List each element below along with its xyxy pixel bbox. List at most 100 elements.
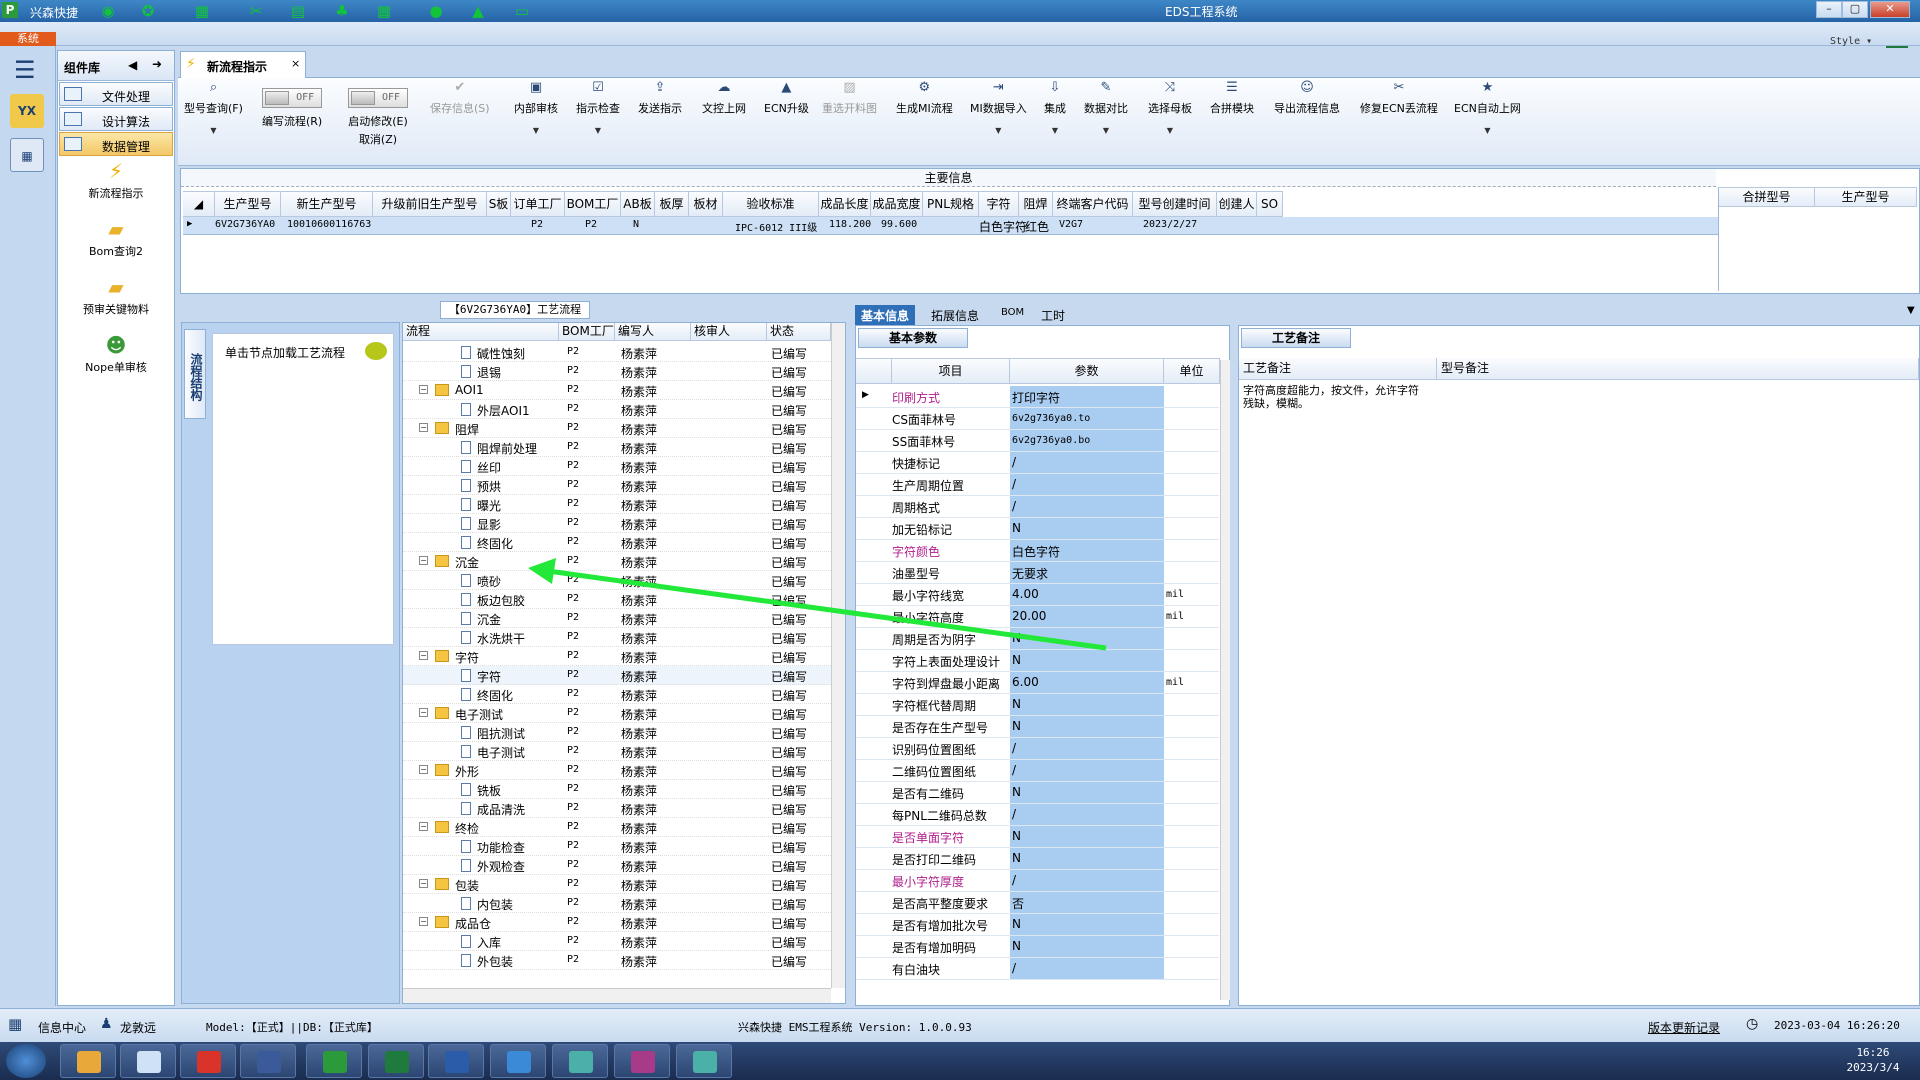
scissors-icon[interactable]: ✂ [244,2,268,20]
list-item[interactable]: 内包装 P2 杨素萍 已编写 [403,894,831,913]
column-header[interactable]: 创建人 [1217,191,1257,217]
list-item[interactable]: 阻焊前处理 P2 杨素萍 已编写 [403,438,831,457]
list-item[interactable]: 沉金 P2 杨素萍 已编写 [403,609,831,628]
tab-basic-info[interactable]: 基本信息 [855,305,916,325]
table-row[interactable]: 二维码位置图纸 / [856,760,1219,782]
column-header[interactable]: 状态 [767,323,831,341]
sidebar-item-file[interactable]: 文件处理 [59,82,173,106]
table-icon[interactable]: ▦ [372,2,396,20]
list-item[interactable]: − 包装 P2 杨素萍 已编写 [403,875,831,894]
close-button[interactable]: ✕ [1870,1,1910,18]
table-row[interactable]: 生产周期位置 / [856,474,1219,496]
param-value[interactable]: 白色字符 [1010,540,1164,561]
column-header[interactable]: BOM工厂 [559,323,615,341]
param-value[interactable]: N [1010,628,1164,649]
column-header[interactable]: 参数 [1010,358,1164,384]
list-item[interactable]: 水洗烘干 P2 杨素萍 已编写 [403,628,831,647]
dropdown-arrow-icon[interactable]: ▼ [576,126,620,135]
param-value[interactable]: / [1010,804,1164,825]
collapse-toggle-icon[interactable]: − [419,651,428,660]
table-row[interactable]: 字符上表面处理设计 N [856,650,1219,672]
dropdown-arrow-icon[interactable]: ▼ [1148,126,1192,135]
start-button[interactable] [6,1044,46,1078]
column-header[interactable]: 生产型号 [1815,187,1917,207]
pin-icon[interactable]: ➜ [152,57,162,71]
taskbar-app-foxit[interactable] [180,1044,236,1078]
table-row[interactable]: 是否高平整度要求 否 [856,892,1219,914]
grid-icon[interactable]: ▦ [190,2,214,20]
list-item[interactable]: − 外形 P2 杨素萍 已编写 [403,761,831,780]
column-header[interactable]: 成品长度 [819,191,871,217]
table-row[interactable]: 是否打印二维码 N [856,848,1219,870]
sub-tab-basic-params[interactable]: 基本参数 [858,328,968,348]
collapse-toggle-icon[interactable]: − [419,879,428,888]
table-row[interactable]: 字符框代替周期 N [856,694,1219,716]
param-value[interactable]: N [1010,848,1164,869]
tab-work-hours[interactable]: 工时 [1035,305,1071,325]
taskbar-app-x[interactable] [614,1044,670,1078]
param-value[interactable]: 否 [1010,892,1164,913]
info-center-label[interactable]: 信息中心 [38,1019,86,1036]
tool-new-flow[interactable]: ⚡ 新流程指示 [58,160,174,214]
collapse-toggle-icon[interactable]: − [419,917,428,926]
table-row[interactable]: 是否单面字符 N [856,826,1219,848]
list-item[interactable]: 终固化 P2 杨素萍 已编写 [403,685,831,704]
toggle-switch[interactable]: OFF [262,88,323,108]
column-header[interactable]: 项目 [892,358,1010,384]
param-value[interactable]: 20.00 [1010,606,1164,627]
column-header[interactable]: 核审人 [691,323,767,341]
table-row[interactable]: 识别码位置图纸 / [856,738,1219,760]
list-item[interactable]: 外包装 P2 杨素萍 已编写 [403,951,831,970]
film-icon[interactable]: ▤ [286,2,310,20]
param-value[interactable]: / [1010,870,1164,891]
ecn-upgrade-button[interactable]: ▲ ECN升级 [764,80,809,116]
param-value[interactable]: N [1010,914,1164,935]
param-value[interactable]: 打印字符 [1010,386,1164,407]
user-icon[interactable]: ● [424,2,448,20]
taskbar-app-eds[interactable] [306,1044,362,1078]
start-modify-toggle[interactable]: OFF 启动修改(E) 取消(Z) [348,80,408,147]
column-header[interactable]: SO [1257,191,1283,217]
chart-icon[interactable]: ▲ [466,2,490,20]
mi-import-button[interactable]: ⇥ MI数据导入 ▼ [970,80,1027,135]
list-item[interactable]: 外层AOI1 P2 杨素萍 已编写 [403,400,831,419]
param-value[interactable]: N [1010,716,1164,737]
collapse-toggle-icon[interactable]: − [419,423,428,432]
column-header[interactable]: 板厚 [655,191,689,217]
windows-grid-icon[interactable]: ▦ [8,1015,22,1033]
table-row[interactable]: ▶ 6V2G736YA0 10010600116763 P2 P2 N IPC-… [183,217,1718,235]
list-item[interactable]: 电子测试 P2 杨素萍 已编写 [403,742,831,761]
list-item[interactable]: 显影 P2 杨素萍 已编写 [403,514,831,533]
list-item[interactable]: 外观检查 P2 杨素萍 已编写 [403,856,831,875]
list-item[interactable]: 喷砂 P2 杨素萍 已编写 [403,571,831,590]
table-row[interactable]: 字符到焊盘最小距离 6.00 mil [856,672,1219,694]
close-icon[interactable]: × [291,57,300,70]
list-item[interactable]: − 沉金 P2 杨素萍 已编写 [403,552,831,571]
column-header[interactable]: 阻焊 [1019,191,1053,217]
collapse-left-icon[interactable]: ◀ [128,58,137,72]
list-item[interactable]: − 电子测试 P2 杨素萍 已编写 [403,704,831,723]
collapse-toggle-icon[interactable]: − [419,765,428,774]
table-row[interactable]: 最小字符厚度 / [856,870,1219,892]
table-row[interactable]: 周期是否为阴字 N [856,628,1219,650]
param-value[interactable]: 无要求 [1010,562,1164,583]
list-item[interactable]: − 终检 P2 杨素萍 已编写 [403,818,831,837]
taskbar-app-viewer[interactable] [676,1044,732,1078]
instruction-check-button[interactable]: ☑ 指示检查 ▼ [576,80,620,135]
dropdown-arrow-icon[interactable]: ▼ [1044,126,1066,135]
column-header[interactable]: 终端客户代码 [1053,191,1133,217]
column-header[interactable]: S板 [487,191,511,217]
list-item[interactable]: 终固化 P2 杨素萍 已编写 [403,533,831,552]
vertical-tab-flow-structure[interactable]: 流程结构 [184,329,206,419]
tab-extended-info[interactable]: 拓展信息 [925,305,985,325]
taskbar-clock[interactable]: 16:26 2023/3/4 [1838,1045,1908,1075]
collapse-toggle-icon[interactable]: − [419,822,428,831]
table-row[interactable]: 是否有增加批次号 N [856,914,1219,936]
table-row[interactable]: 是否存在生产型号 N [856,716,1219,738]
dropdown-arrow-icon[interactable]: ▼ [184,126,243,135]
collapse-toggle-icon[interactable]: − [419,556,428,565]
column-header[interactable]: 板材 [689,191,723,217]
dropdown-arrow-icon[interactable]: ▼ [1454,126,1521,135]
maximize-button[interactable]: ▢ [1842,1,1868,18]
write-flow-toggle[interactable]: OFF 编写流程(R) [262,80,322,129]
